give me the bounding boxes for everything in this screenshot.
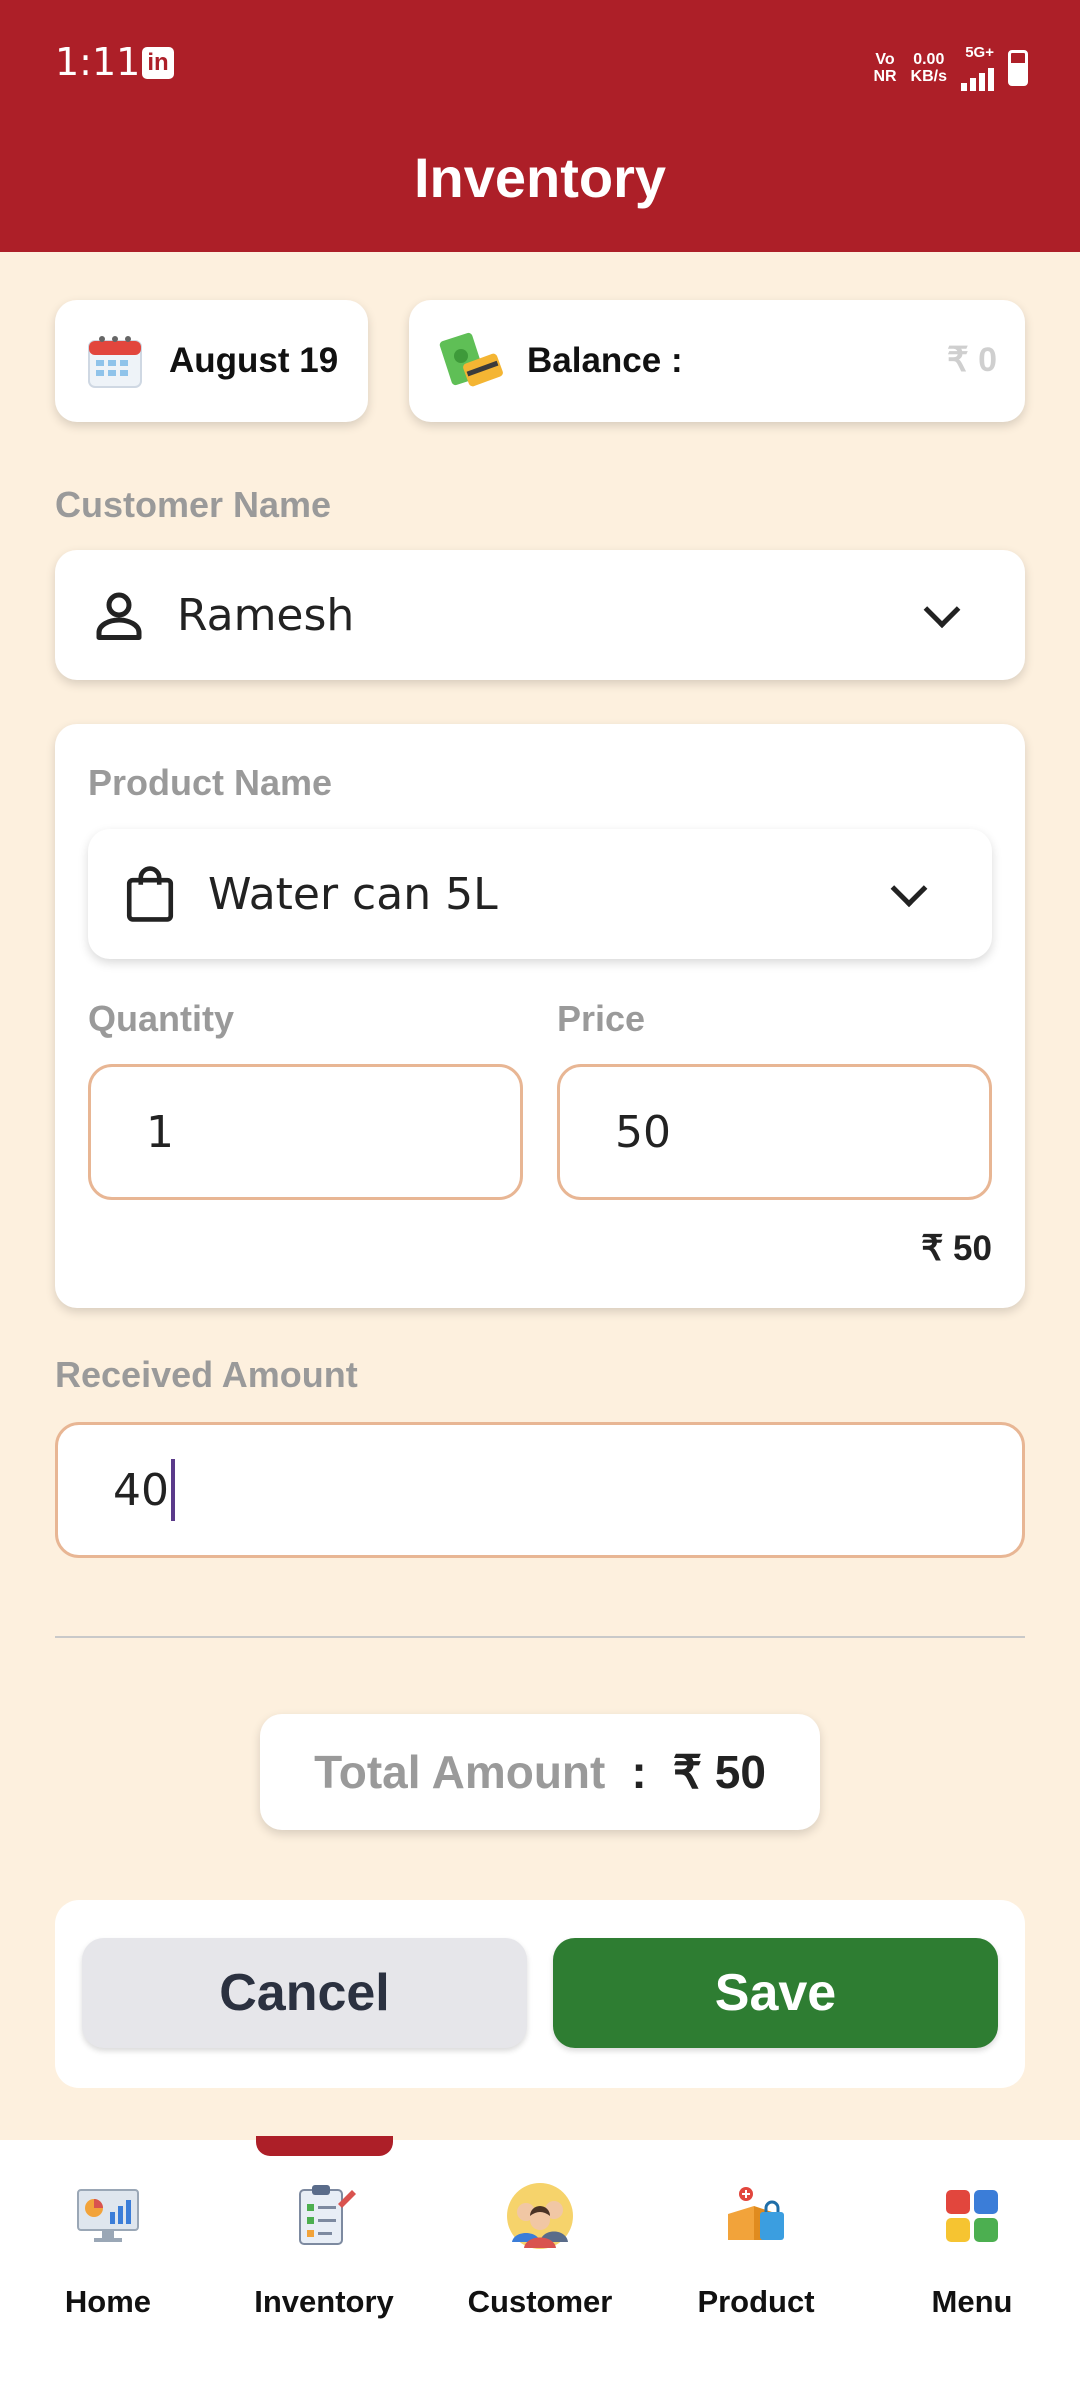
page-title: Inventory — [413, 146, 667, 209]
date-label: August 19 — [169, 341, 339, 380]
nav-item-customer[interactable]: Customer — [432, 2180, 648, 2330]
total-amount-label: Total Amount — [314, 1746, 606, 1798]
signal-icon: 5G+ — [961, 44, 994, 91]
balance-value: ₹ 0 — [947, 341, 997, 379]
text-cursor — [171, 1459, 175, 1521]
money-card-icon — [439, 332, 503, 387]
date-card[interactable]: August 19 — [55, 300, 368, 422]
customer-select[interactable]: Ramesh — [55, 550, 1025, 680]
chevron-down-icon — [923, 591, 961, 629]
dashboard-monitor-icon — [77, 2189, 139, 2242]
quantity-input[interactable]: 1 — [88, 1064, 523, 1200]
menu-grid-icon — [946, 2190, 998, 2242]
product-value: Water can 5L — [208, 868, 498, 920]
nav-item-menu[interactable]: Menu — [864, 2180, 1080, 2330]
balance-label: Balance : — [527, 341, 683, 380]
clipboard-checklist-icon — [299, 2185, 356, 2245]
balance-card: Balance : ₹ 0 — [409, 300, 1025, 422]
status-indicators: Vo NR 0.00 KB/s 5G+ — [873, 44, 1028, 91]
active-tab-indicator — [256, 2136, 393, 2156]
product-card: Product Name Water can 5L Quantity Price… — [55, 724, 1025, 1308]
shopping-bag-icon — [126, 866, 174, 922]
app-header: 1:11 in Vo NR 0.00 KB/s 5G+ Inventory — [0, 0, 1080, 252]
network-speed: 0.00 KB/s — [910, 50, 947, 85]
customer-name-label: Customer Name — [55, 484, 332, 525]
network-type: Vo NR — [873, 50, 897, 85]
save-button[interactable]: Save — [553, 1938, 998, 2048]
total-amount-value: ₹ 50 — [672, 1746, 766, 1798]
chevron-down-icon — [890, 870, 928, 908]
person-icon — [96, 592, 142, 640]
battery-icon — [1008, 49, 1028, 86]
total-amount-card: Total Amount : ₹ 50 — [260, 1714, 820, 1830]
product-name-label: Product Name — [88, 762, 333, 803]
customer-value: Ramesh — [177, 589, 355, 641]
line-total: ₹ 50 — [921, 1229, 992, 1268]
product-box-icon — [728, 2187, 784, 2240]
customers-group-icon — [507, 2183, 573, 2249]
linkedin-icon: in — [142, 47, 174, 79]
nav-item-product[interactable]: Product — [648, 2180, 864, 2330]
received-amount-label: Received Amount — [55, 1354, 358, 1395]
price-label: Price — [557, 998, 646, 1039]
price-input[interactable]: 50 — [557, 1064, 992, 1200]
received-amount-input[interactable]: 40 — [55, 1422, 1025, 1558]
nav-item-home[interactable]: Home — [0, 2180, 216, 2330]
status-time: 1:11 — [55, 40, 141, 84]
nav-item-inventory[interactable]: Inventory — [216, 2180, 432, 2330]
bottom-navigation: Home Inventory Customer Product Menu — [0, 2140, 1080, 2408]
divider — [55, 1636, 1025, 1638]
calendar-icon — [88, 336, 142, 388]
cancel-button[interactable]: Cancel — [82, 1938, 527, 2048]
action-bar: Cancel Save — [55, 1900, 1025, 2088]
product-select[interactable]: Water can 5L — [88, 829, 992, 959]
quantity-label: Quantity — [88, 998, 235, 1039]
